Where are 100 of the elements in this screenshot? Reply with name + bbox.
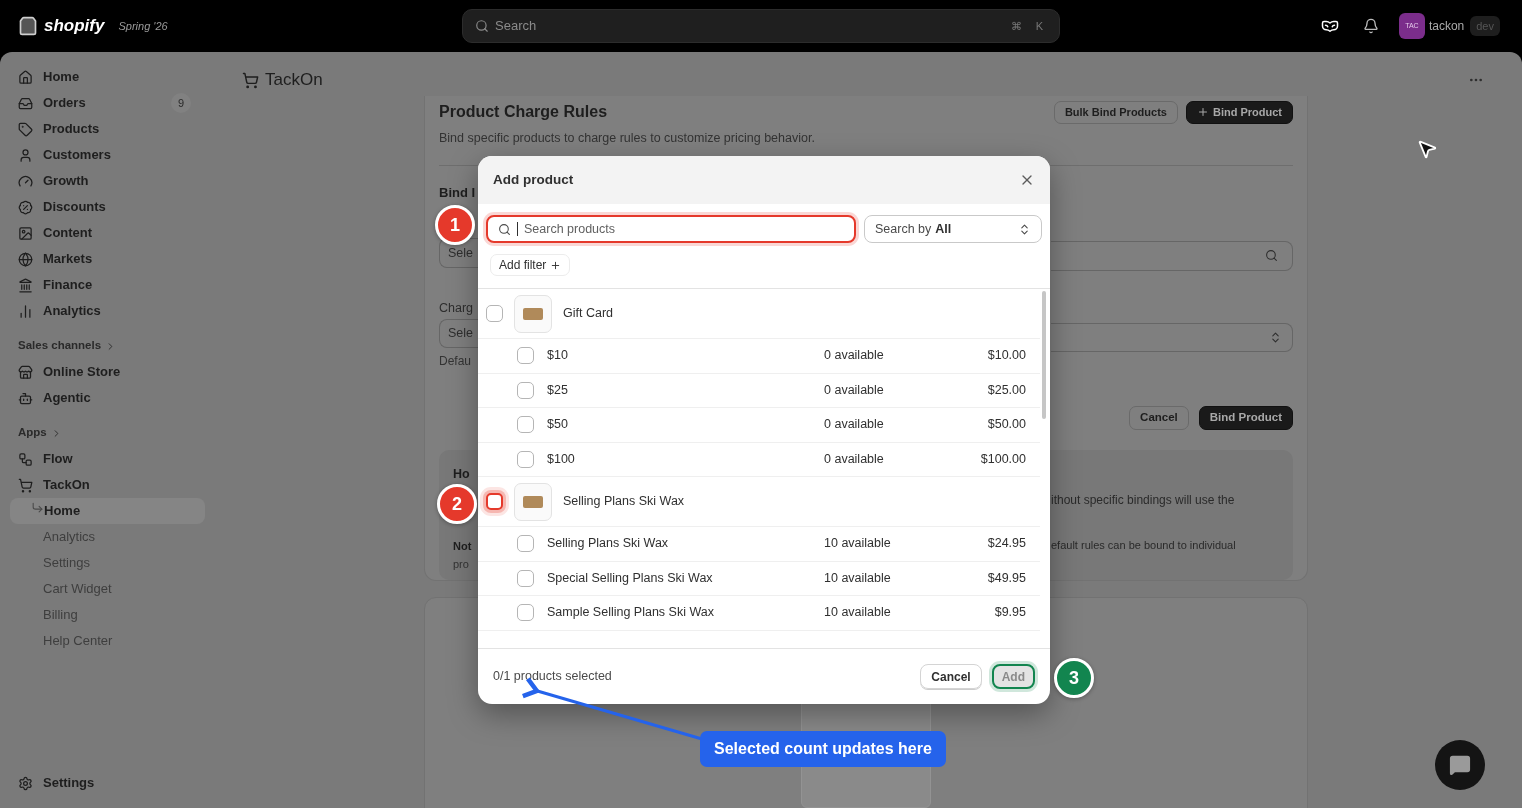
variant-name: $100	[547, 450, 576, 468]
variant-row[interactable]: $50 0 available $50.00	[478, 408, 1040, 443]
inbox-icon	[18, 95, 33, 111]
sidebar-subitem[interactable]: Help Center	[10, 628, 205, 654]
note-label: Not	[453, 538, 473, 554]
percent-badge-icon	[18, 199, 33, 215]
variant-price: $100.00	[979, 450, 1027, 468]
notification-bell-icon[interactable]	[1362, 18, 1379, 34]
availability: 0 available	[824, 381, 885, 399]
app-logo-icon	[242, 71, 259, 89]
bulk-bind-button[interactable]: Bulk Bind Products	[1053, 100, 1178, 124]
variant-price: $50.00	[986, 416, 1027, 434]
variant-row[interactable]: Selling Plans Ski Wax 10 available $24.95	[478, 527, 1040, 562]
callout-label: Selected count updates here	[700, 731, 946, 767]
dialog-title: Add product	[493, 170, 575, 189]
bind-product-button[interactable]: Bind Product	[1198, 405, 1293, 430]
sidebar-item[interactable]: Customers	[10, 142, 205, 168]
search-field[interactable]: Search ⌘ K	[462, 9, 1060, 43]
info-title: Ho	[453, 465, 471, 483]
bar-chart-icon	[18, 303, 33, 319]
product-search-field[interactable]: Search products	[486, 215, 856, 243]
sidebar-subitem[interactable]: Cart Widget	[10, 576, 205, 602]
globe-icon	[18, 251, 33, 267]
selection-count: 0/1 products selected	[493, 668, 613, 686]
account-name[interactable]: tackon	[1428, 17, 1465, 35]
section-heading[interactable]: Sales channels	[10, 333, 205, 359]
plus-icon	[1196, 106, 1209, 118]
cancel-button[interactable]: Cancel	[920, 664, 982, 689]
sidebar-item[interactable]: Analytics	[10, 298, 205, 324]
charge-select[interactable]	[1051, 322, 1293, 352]
image-icon	[18, 225, 33, 241]
checkbox[interactable]	[517, 569, 534, 587]
product-name: Gift Card	[563, 305, 613, 323]
search-placeholder: Search	[495, 17, 538, 36]
count-badge: 9	[171, 93, 191, 113]
checkbox[interactable]	[517, 450, 534, 468]
bind-product-button[interactable]: Bind Product	[1185, 100, 1293, 124]
checkbox[interactable]	[517, 604, 534, 622]
sidebar-item[interactable]: Content	[10, 220, 205, 246]
variant-row[interactable]: Sample Selling Plans Ski Wax 10 available $9.95	[478, 596, 1040, 631]
variant-name: $50	[547, 416, 569, 434]
shortcut-key: ⌘	[1006, 17, 1026, 35]
checkbox[interactable]	[517, 347, 534, 365]
note-text: pro	[453, 557, 470, 572]
variant-price: $49.95	[986, 569, 1027, 587]
variant-row[interactable]: $100 0 available $100.00	[478, 442, 1040, 477]
chat-bubble-icon	[1449, 754, 1471, 776]
sidebar-item[interactable]: Home	[10, 64, 205, 90]
gauge-icon	[18, 173, 33, 189]
variant-row[interactable]: $25 0 available $25.00	[478, 373, 1040, 408]
checkbox[interactable]	[486, 493, 503, 510]
scrollbar[interactable]	[1042, 291, 1046, 419]
section-heading[interactable]: Apps	[10, 420, 205, 446]
sidebar-item[interactable]: Online Store	[10, 359, 205, 385]
release-label: Spring '26	[118, 18, 168, 34]
add-filter-button[interactable]: Add filter	[490, 254, 571, 276]
product-field[interactable]	[1051, 240, 1293, 271]
sidebar-item[interactable]: Products	[10, 116, 205, 142]
search-by-select[interactable]: Search by All	[864, 215, 1042, 243]
sidebar-item[interactable]: Agentic	[10, 385, 205, 411]
app-title: TackOn	[265, 69, 324, 92]
sidebar-subitem[interactable]: Home	[10, 498, 205, 524]
checkbox[interactable]	[517, 381, 534, 399]
workflow-icon	[18, 451, 33, 467]
cart-icon	[18, 477, 33, 493]
product-name: Selling Plans Ski Wax	[563, 493, 685, 511]
sidebar-item[interactable]: Flow	[10, 446, 205, 472]
cancel-button[interactable]: Cancel	[1129, 405, 1189, 430]
variant-row[interactable]: $10 0 available $10.00	[478, 339, 1040, 374]
sidebar-subitem[interactable]: Settings	[10, 550, 205, 576]
availability: 0 available	[824, 416, 885, 434]
branch-arrow-icon	[31, 500, 44, 514]
sidebar-item[interactable]: Discounts	[10, 194, 205, 220]
checkbox[interactable]	[517, 535, 534, 553]
section-label: Bind I	[439, 185, 477, 199]
product-thumbnail	[514, 294, 552, 333]
checkbox[interactable]	[517, 416, 534, 434]
product-row[interactable]: Selling Plans Ski Wax	[478, 477, 1040, 527]
sidebar-item[interactable]: Finance	[10, 272, 205, 298]
checkbox[interactable]	[486, 305, 503, 322]
sidebar-subitem[interactable]: Billing	[10, 602, 205, 628]
info-text: ithout specific bindings will use the	[1051, 491, 1236, 509]
tag-icon	[18, 121, 33, 137]
sidebar-item[interactable]: Markets	[10, 246, 205, 272]
sidebar-item[interactable]: Settings	[10, 770, 205, 796]
bank-icon	[18, 277, 33, 293]
person-icon	[18, 147, 33, 163]
variant-row[interactable]: Special Selling Plans Ski Wax 10 available $49.95	[478, 561, 1040, 596]
variant-price: $9.95	[993, 604, 1027, 622]
sidebar-item[interactable]: Orders 9	[10, 90, 205, 116]
sidebar-item[interactable]: Growth	[10, 168, 205, 194]
sidebar-item[interactable]: TackOn	[10, 472, 205, 498]
page-title: Product Charge Rules	[439, 102, 609, 122]
availability: 0 available	[824, 450, 885, 468]
sidebar-subitem[interactable]: Analytics	[10, 524, 205, 550]
field-hint: Defau	[439, 352, 473, 370]
availability: 10 available	[824, 604, 892, 622]
availability: 0 available	[824, 347, 885, 365]
add-button: Add	[991, 664, 1035, 689]
product-row[interactable]: Gift Card	[478, 289, 1040, 339]
